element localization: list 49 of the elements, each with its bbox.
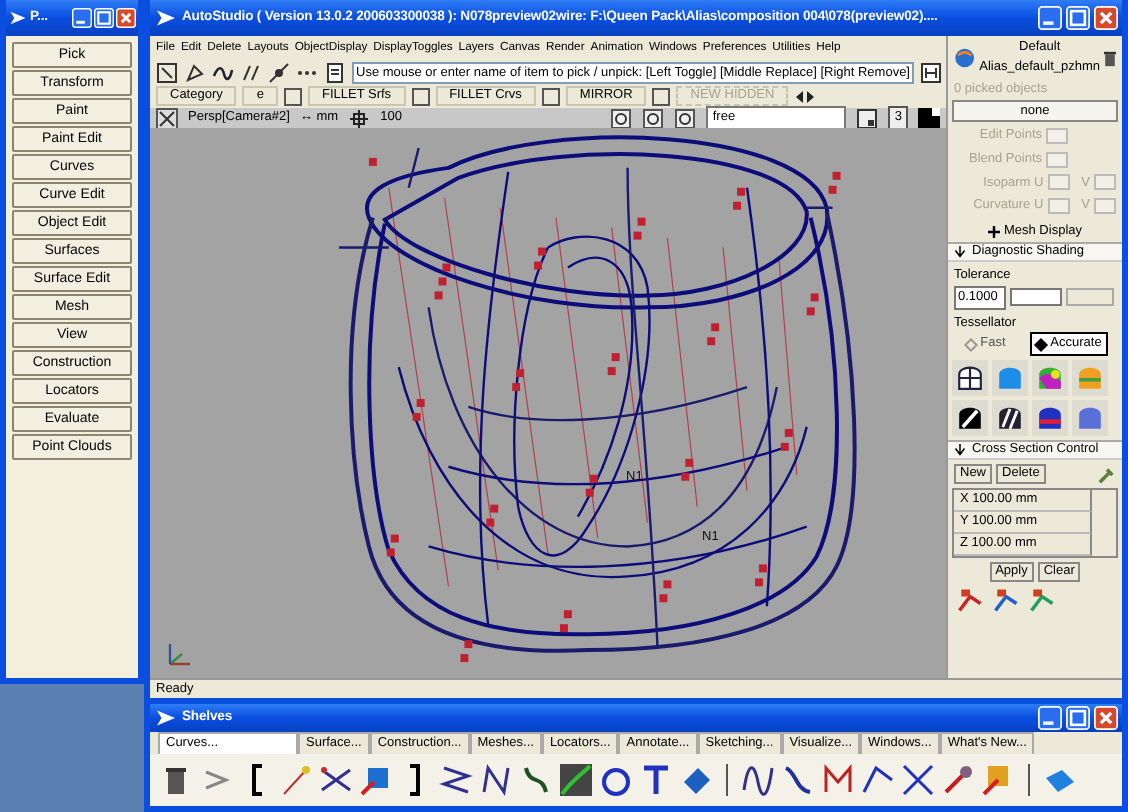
collapse-icon[interactable]: [954, 444, 966, 456]
input-field[interactable]: [1047, 174, 1070, 191]
wireframe-drawing[interactable]: [337, 135, 857, 663]
logo-icon: [154, 6, 178, 30]
checkbox[interactable]: [541, 87, 560, 105]
edit-point-curve-icon[interactable]: [478, 762, 514, 798]
soft-shading-icon[interactable]: [1072, 400, 1108, 436]
minimize-icon[interactable]: [72, 8, 92, 28]
window-icon[interactable]: [856, 107, 879, 129]
zebra-shading-icon[interactable]: [992, 400, 1028, 436]
checkbox[interactable]: [284, 87, 302, 105]
intersect-icon[interactable]: [900, 762, 936, 798]
input-field[interactable]: [1094, 198, 1116, 215]
close-icon[interactable]: [156, 107, 178, 129]
select-icon[interactable]: [156, 61, 178, 83]
checkbox[interactable]: [652, 87, 671, 105]
collapse-icon[interactable]: [954, 246, 966, 258]
grid-icon: [348, 107, 371, 129]
cube-icon[interactable]: [358, 762, 394, 798]
blend-curve-icon[interactable]: [558, 762, 594, 798]
circle-icon[interactable]: [598, 762, 634, 798]
input-field[interactable]: [1094, 174, 1116, 191]
wave-curve-icon[interactable]: [740, 762, 776, 798]
maximize-icon[interactable]: [1066, 6, 1090, 30]
arrows-icon[interactable]: [794, 85, 817, 107]
maximize-icon[interactable]: [1066, 706, 1090, 730]
minimize-icon[interactable]: [1038, 706, 1062, 730]
expand-icon[interactable]: [987, 225, 1000, 237]
logo-icon: [8, 8, 28, 28]
point-icon[interactable]: [268, 61, 290, 83]
text-icon[interactable]: [638, 762, 674, 798]
curve-icon[interactable]: [780, 762, 816, 798]
input-field[interactable]: [1046, 151, 1068, 168]
minimize-icon[interactable]: [1038, 6, 1062, 30]
curve-icon[interactable]: [212, 61, 234, 83]
document-icon[interactable]: [324, 61, 346, 83]
input-field[interactable]: [1047, 198, 1070, 215]
slider-track[interactable]: [1066, 288, 1114, 307]
transform-icon[interactable]: [956, 586, 984, 614]
checkbox[interactable]: [411, 87, 430, 105]
wire-shading-icon[interactable]: [952, 360, 988, 396]
input-field[interactable]: [1046, 127, 1068, 144]
band-shading-icon[interactable]: [1032, 400, 1068, 436]
color-map-icon[interactable]: [1032, 360, 1068, 396]
input-field[interactable]: [1010, 288, 1062, 307]
color-swatch-icon[interactable]: [918, 107, 940, 129]
maximize-icon[interactable]: [94, 8, 114, 28]
stripe-shading-icon[interactable]: [952, 400, 988, 436]
curve-icon[interactable]: [518, 762, 554, 798]
